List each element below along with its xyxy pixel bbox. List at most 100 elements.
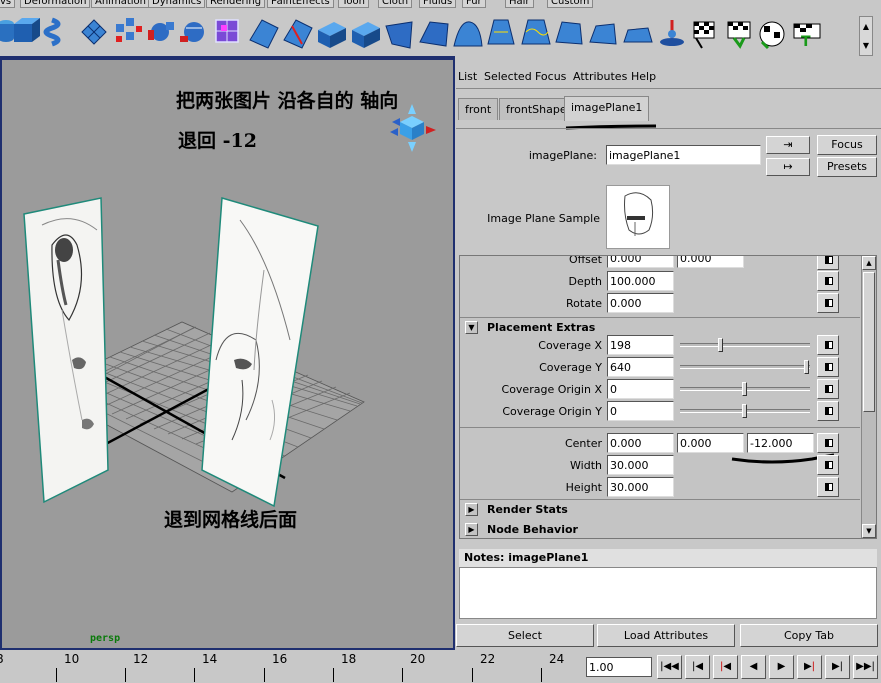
map-button[interactable] [817,433,839,453]
sine-icon[interactable] [521,19,551,45]
center-x-field[interactable]: 0.000 [607,433,674,453]
coverage-y-field[interactable]: 640 [607,357,674,377]
wire-deformer-icon[interactable] [283,19,313,49]
go-to-start-button[interactable]: |◀◀ [657,655,682,679]
slider-thumb[interactable] [742,404,747,418]
play-forward-button[interactable]: ▶ [769,655,794,679]
coverage-y-slider[interactable] [680,360,810,374]
current-frame-field[interactable]: 1.00 [586,657,652,677]
vertical-scrollbar[interactable]: ▲ ▼ [861,256,876,538]
notes-textarea[interactable] [459,567,877,619]
center-z-field[interactable]: -12.000 [747,433,814,453]
cylinder-icon[interactable] [0,20,14,42]
shelf-tab[interactable]: Fur [462,0,486,8]
shelf-tab[interactable]: Hair [505,0,534,8]
map-button[interactable] [817,271,839,291]
map-button[interactable] [817,455,839,475]
focus-button[interactable]: Focus [817,135,877,155]
shelf-tab[interactable]: vs [0,0,16,8]
map-button[interactable] [817,335,839,355]
shelf-tab[interactable]: Fluids [419,0,457,8]
attribute-scroll-area[interactable]: Offset 0.000 0.000 Depth 100.000 Rotate … [459,255,877,539]
checker-flag-icon[interactable] [693,21,715,49]
copy-tab-button[interactable]: Copy Tab [740,624,878,647]
box-icon[interactable] [318,22,346,48]
shelf-tab[interactable]: Dynamics [148,0,206,8]
slider-thumb[interactable] [804,360,809,374]
wrap-icon[interactable] [215,19,239,43]
height-field[interactable]: 30.000 [607,477,674,497]
slider-thumb[interactable] [718,338,724,352]
shelf-tab[interactable]: Custom [547,0,594,8]
sculpt-icon[interactable] [148,22,174,41]
scroll-thumb[interactable] [863,272,875,412]
map-button[interactable] [817,293,839,313]
step-forward-frame-button[interactable]: ▶| [797,655,822,679]
width-field[interactable]: 30.000 [607,455,674,475]
bend-icon[interactable] [453,21,483,47]
go-output-button[interactable]: ↦ [766,158,810,176]
depth-field[interactable]: 100.000 [607,271,674,291]
scroll-down-icon[interactable]: ▼ [862,524,876,538]
shelf-tab[interactable]: Rendering [206,0,266,8]
shelf-tab[interactable]: PaintEffects [267,0,334,8]
map-button[interactable] [817,379,839,399]
node-behavior-section[interactable]: ▶ Node Behavior [463,520,859,538]
map-button[interactable] [817,256,839,270]
offset-y-field[interactable]: 0.000 [677,256,744,268]
offset-x-field[interactable]: 0.000 [607,256,674,268]
step-back-key-button[interactable]: |◀ [685,655,710,679]
rotate-field[interactable]: 0.000 [607,293,674,313]
lattice-icon[interactable] [81,19,107,45]
perspective-viewport[interactable]: 把两张图片 沿各自的 轴向 退回 -12 退到网格线后面 persp [0,56,455,650]
map-button[interactable] [817,401,839,421]
coverage-origin-x-slider[interactable] [680,382,810,396]
checker-arrow-icon[interactable] [727,21,751,49]
imageplane-name-field[interactable]: imagePlane1 [606,145,761,165]
expand-right-icon[interactable]: ▶ [465,523,478,536]
flare-icon[interactable] [487,19,515,45]
step-back-frame-button[interactable]: |◀ [713,655,738,679]
joint-icon[interactable] [660,20,684,46]
spring-icon[interactable] [43,17,61,47]
lattice-box-icon[interactable] [352,22,380,48]
map-button[interactable] [817,477,839,497]
time-slider[interactable]: 8 10 12 14 16 18 20 22 24 [0,650,578,683]
placement-extras-section[interactable]: ▼ Placement Extras [463,318,859,336]
menu-selected[interactable]: Selected [484,70,532,83]
scroll-up-icon[interactable]: ▲ [862,256,876,270]
scroll-up-icon[interactable]: ▲ [860,17,872,36]
wave-icon[interactable] [623,27,653,43]
menu-attributes[interactable]: Attributes [573,70,627,83]
plane-icon[interactable] [385,21,413,49]
step-forward-key-button[interactable]: ▶| [825,655,850,679]
expand-down-icon[interactable]: ▼ [465,321,478,334]
go-to-end-button[interactable]: ▶▶| [853,655,878,679]
twist-icon[interactable] [589,23,617,45]
coverage-x-slider[interactable] [680,338,810,352]
shelf-tab[interactable]: Deformation [20,0,91,8]
deformer-plane-icon[interactable] [249,19,279,49]
shelf-tab[interactable]: Cloth [378,0,413,8]
load-attributes-button[interactable]: Load Attributes [597,624,735,647]
map-button[interactable] [817,357,839,377]
cluster-icon[interactable] [116,18,142,42]
slider-thumb[interactable] [742,382,747,396]
center-y-field[interactable]: 0.000 [677,433,744,453]
wire-icon[interactable] [180,22,204,42]
play-backward-button[interactable]: ◀ [741,655,766,679]
select-button[interactable]: Select [456,624,594,647]
shelf-tab[interactable]: Animation [91,0,150,8]
menu-focus[interactable]: Focus [535,70,566,83]
shelf-scrollbar[interactable]: ▲ ▼ [859,16,873,56]
go-input-button[interactable]: ⇥ [766,136,810,154]
expand-right-icon[interactable]: ▶ [465,503,478,516]
checker-sphere-icon[interactable] [759,21,785,50]
menu-help[interactable]: Help [631,70,656,83]
presets-button[interactable]: Presets [817,157,877,177]
render-stats-section[interactable]: ▶ Render Stats [463,500,859,518]
coverage-origin-y-field[interactable]: 0 [607,401,674,421]
scroll-down-icon[interactable]: ▼ [860,36,872,55]
squash-icon[interactable] [555,21,583,45]
coverage-x-field[interactable]: 198 [607,335,674,355]
